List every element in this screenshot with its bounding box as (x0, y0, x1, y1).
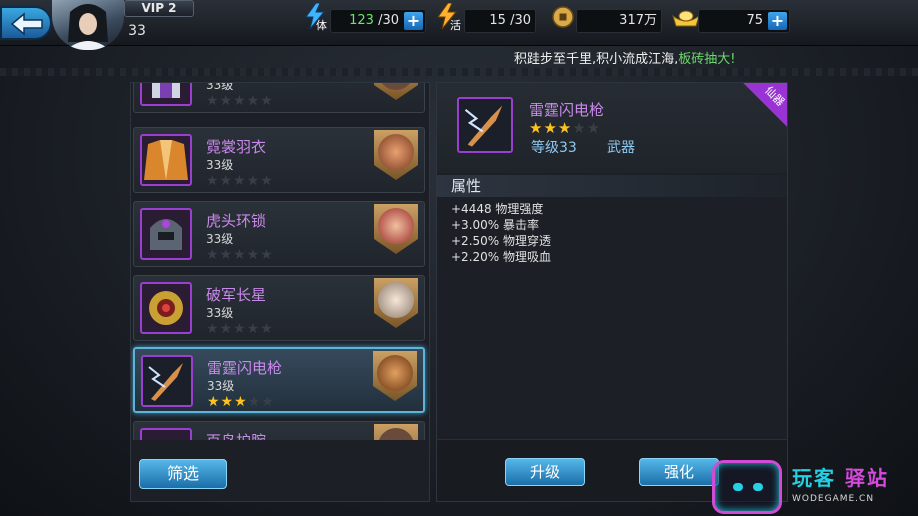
item-name: 虎头环锁 (206, 212, 267, 230)
notice-highlight: 板砖抽大! (678, 52, 736, 64)
hero-badge (374, 204, 418, 262)
stamina-label: 体 (316, 19, 327, 32)
hero-badge (373, 351, 417, 409)
watermark-text: 玩客 驿站 (792, 462, 889, 491)
lightning-spear-detail-icon (457, 97, 513, 153)
hero-badge (374, 424, 418, 440)
armor-item-icon (140, 83, 192, 106)
watermark-logo-icon (712, 460, 782, 514)
item-level: 33级 (206, 158, 234, 172)
equipment-list[interactable]: 33级 ★★★★★ 霓裳羽衣 33级 ★★★★★ 虎头环锁 33级 ★★★★★ … (131, 83, 429, 440)
attributes-heading: 属性 (437, 175, 787, 197)
detail-level: 等级33 (531, 140, 577, 156)
amulet-item-icon (140, 282, 192, 334)
item-name: 雷霆闪电枪 (207, 359, 283, 377)
scrolling-notice: 积跬步至千里,积小流成江海,板砖抽大! (514, 48, 746, 64)
coins-value: 317万 (619, 13, 657, 28)
item-level: 33级 (206, 83, 234, 92)
hero-badge (374, 83, 418, 108)
robe-item-icon (140, 134, 192, 186)
energy-label: 活 (450, 19, 461, 32)
list-item[interactable]: 33级 ★★★★★ (133, 83, 425, 113)
attribute-line: +2.50% 物理穿透 (451, 234, 551, 248)
gold-ingot-icon (672, 10, 700, 27)
lightning-spear-icon (141, 355, 193, 407)
ingots-value: 75 (746, 13, 763, 28)
ingots-bar: 75 + (698, 9, 790, 33)
add-stamina-button[interactable]: + (404, 12, 423, 30)
hero-badge (374, 278, 418, 336)
energy-value: 15 /30 (489, 13, 531, 28)
list-item-selected[interactable]: 雷霆闪电枪 33级 ★★★★★ (133, 347, 425, 413)
watermark-domain: WODEGAME.CN (792, 494, 875, 504)
rarity-tag-text: 仙器 (762, 83, 788, 109)
detail-stars: ★★★★★ (529, 119, 602, 137)
item-level: 33级 (206, 232, 234, 246)
bracer-item-icon (140, 428, 192, 440)
attributes-list: +4448 物理强度 +3.00% 暴击率 +2.50% 物理穿透 +2.20%… (451, 201, 551, 265)
attribute-line: +4448 物理强度 (451, 202, 544, 216)
detail-header: 雷霆闪电枪 ★★★★★ 等级33 武器 仙器 (437, 83, 787, 173)
back-arrow-icon (10, 12, 43, 36)
vip-badge[interactable]: VIP 2 (124, 0, 194, 17)
list-item[interactable]: 虎头环锁 33级 ★★★★★ (133, 201, 425, 267)
item-stars: ★★★★★ (206, 247, 274, 263)
energy-bar: 15 /30 (464, 9, 536, 33)
item-name: 霓裳羽衣 (206, 138, 267, 156)
item-name: 百鸟护腕 (206, 430, 266, 440)
attribute-line: +3.00% 暴击率 (451, 218, 539, 232)
equipment-detail-panel: 雷霆闪电枪 ★★★★★ 等级33 武器 仙器 属性 +4448 物理强度 +3.… (436, 82, 788, 502)
decorative-rope (0, 68, 918, 76)
player-avatar[interactable] (52, 0, 124, 50)
player-level: 33 (128, 23, 146, 39)
watermark-brand-a: 玩客 (792, 466, 836, 490)
detail-type: 武器 (607, 140, 635, 156)
item-stars: ★★★★★ (207, 394, 275, 410)
coins-bar: 317万 (576, 9, 662, 33)
list-item[interactable]: 霓裳羽衣 33级 ★★★★★ (133, 127, 425, 193)
item-stars: ★★★★★ (206, 321, 274, 337)
item-level: 33级 (206, 306, 234, 320)
equipment-list-panel: 33级 ★★★★★ 霓裳羽衣 33级 ★★★★★ 虎头环锁 33级 ★★★★★ … (130, 82, 430, 502)
avatar-portrait-icon (66, 4, 110, 50)
list-item[interactable]: 百鸟护腕 (133, 421, 425, 440)
stamina-bar: 123 /30 + (330, 9, 426, 33)
detail-item-name: 雷霆闪电枪 (529, 101, 605, 119)
game-screen: VIP 2 33 体 123 /30 + 活 15 /30 317万 75 + … (0, 0, 918, 516)
watermark-brand-b: 驿站 (844, 466, 889, 490)
item-name: 破军长星 (206, 286, 267, 304)
coin-icon (552, 6, 574, 28)
list-item[interactable]: 破军长星 33级 ★★★★★ (133, 275, 425, 341)
rarity-corner-tag: 仙器 (743, 83, 787, 127)
attribute-line: +2.20% 物理吸血 (451, 250, 551, 264)
filter-button[interactable]: 筛选 (139, 459, 227, 489)
enhance-button[interactable]: 强化 (639, 458, 719, 486)
helmet-item-icon (140, 208, 192, 260)
item-stars: ★★★★★ (206, 93, 274, 109)
back-button[interactable] (0, 6, 52, 40)
hero-badge (374, 130, 418, 188)
notice-text: 积跬步至千里,积小流成江海, (514, 52, 679, 64)
top-bar: VIP 2 33 体 123 /30 + 活 15 /30 317万 75 + (0, 0, 918, 50)
stamina-value: 123 /30 (349, 13, 399, 28)
item-level: 33级 (207, 379, 235, 393)
add-ingots-button[interactable]: + (768, 12, 787, 30)
upgrade-button[interactable]: 升级 (505, 458, 585, 486)
item-stars: ★★★★★ (206, 173, 274, 189)
